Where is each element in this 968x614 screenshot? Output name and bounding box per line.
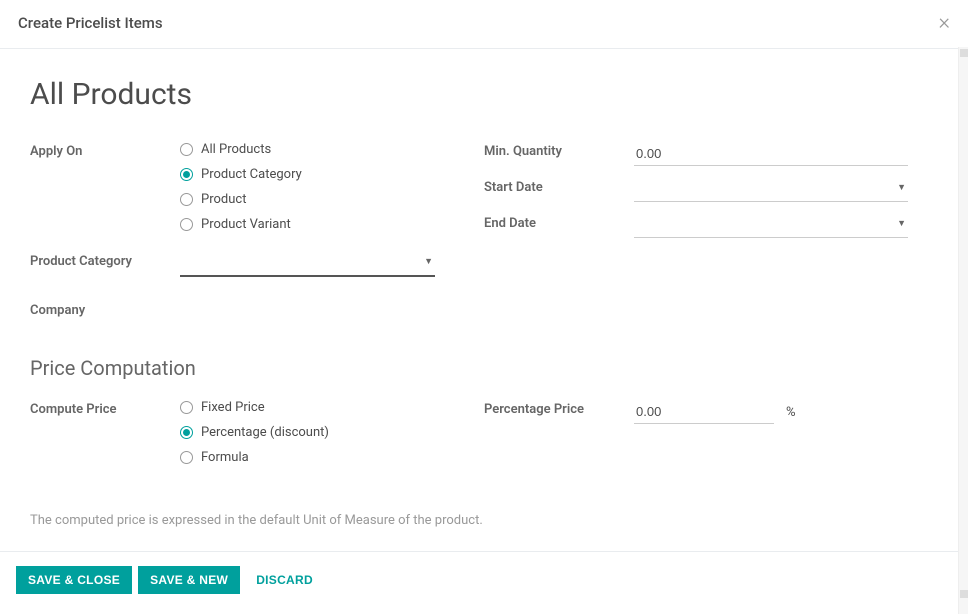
scrollbar[interactable] xyxy=(958,47,968,614)
apply-on-label: Apply On xyxy=(30,142,180,159)
save-close-button[interactable]: SAVE & CLOSE xyxy=(16,566,132,594)
radio-icon xyxy=(180,218,193,231)
start-date-label: Start Date xyxy=(484,178,634,195)
apply-on-product-category[interactable]: Product Category xyxy=(180,167,454,182)
radio-icon xyxy=(180,451,193,464)
apply-on-all-products[interactable]: All Products xyxy=(180,142,454,157)
percentage-price-input[interactable] xyxy=(634,400,774,424)
scroll-up-icon xyxy=(960,49,968,57)
min-quantity-input[interactable] xyxy=(634,142,908,166)
radio-icon xyxy=(180,168,193,181)
compute-formula[interactable]: Formula xyxy=(180,450,454,465)
modal-title: Create Pricelist Items xyxy=(18,14,163,32)
price-computation-title: Price Computation xyxy=(30,356,938,380)
radio-icon xyxy=(180,193,193,206)
compute-price-label: Compute Price xyxy=(30,400,180,417)
radio-icon xyxy=(180,426,193,439)
radio-label: Product Category xyxy=(201,167,302,182)
apply-on-product-variant[interactable]: Product Variant xyxy=(180,217,454,232)
discard-button[interactable]: DISCARD xyxy=(246,566,325,594)
end-date-label: End Date xyxy=(484,214,634,231)
radio-label: Percentage (discount) xyxy=(201,425,329,440)
percent-symbol: % xyxy=(786,405,796,420)
radio-icon xyxy=(180,401,193,414)
radio-label: All Products xyxy=(201,142,271,157)
radio-icon xyxy=(180,143,193,156)
compute-fixed-price[interactable]: Fixed Price xyxy=(180,400,454,415)
page-title: All Products xyxy=(30,77,938,112)
product-category-label: Product Category xyxy=(30,252,180,269)
company-label: Company xyxy=(30,301,180,318)
radio-label: Product Variant xyxy=(201,217,291,232)
scroll-down-icon xyxy=(960,590,968,598)
close-icon[interactable]: × xyxy=(938,12,950,34)
compute-percentage[interactable]: Percentage (discount) xyxy=(180,425,454,440)
min-quantity-label: Min. Quantity xyxy=(484,142,634,159)
end-date-input[interactable] xyxy=(634,214,908,237)
footer-note: The computed price is expressed in the d… xyxy=(30,513,938,528)
radio-label: Fixed Price xyxy=(201,400,265,415)
radio-label: Formula xyxy=(201,450,249,465)
apply-on-product[interactable]: Product xyxy=(180,192,454,207)
percentage-price-label: Percentage Price xyxy=(484,400,634,417)
product-category-input[interactable] xyxy=(180,252,435,275)
start-date-input[interactable] xyxy=(634,178,908,201)
save-new-button[interactable]: SAVE & NEW xyxy=(138,566,240,594)
radio-label: Product xyxy=(201,192,246,207)
